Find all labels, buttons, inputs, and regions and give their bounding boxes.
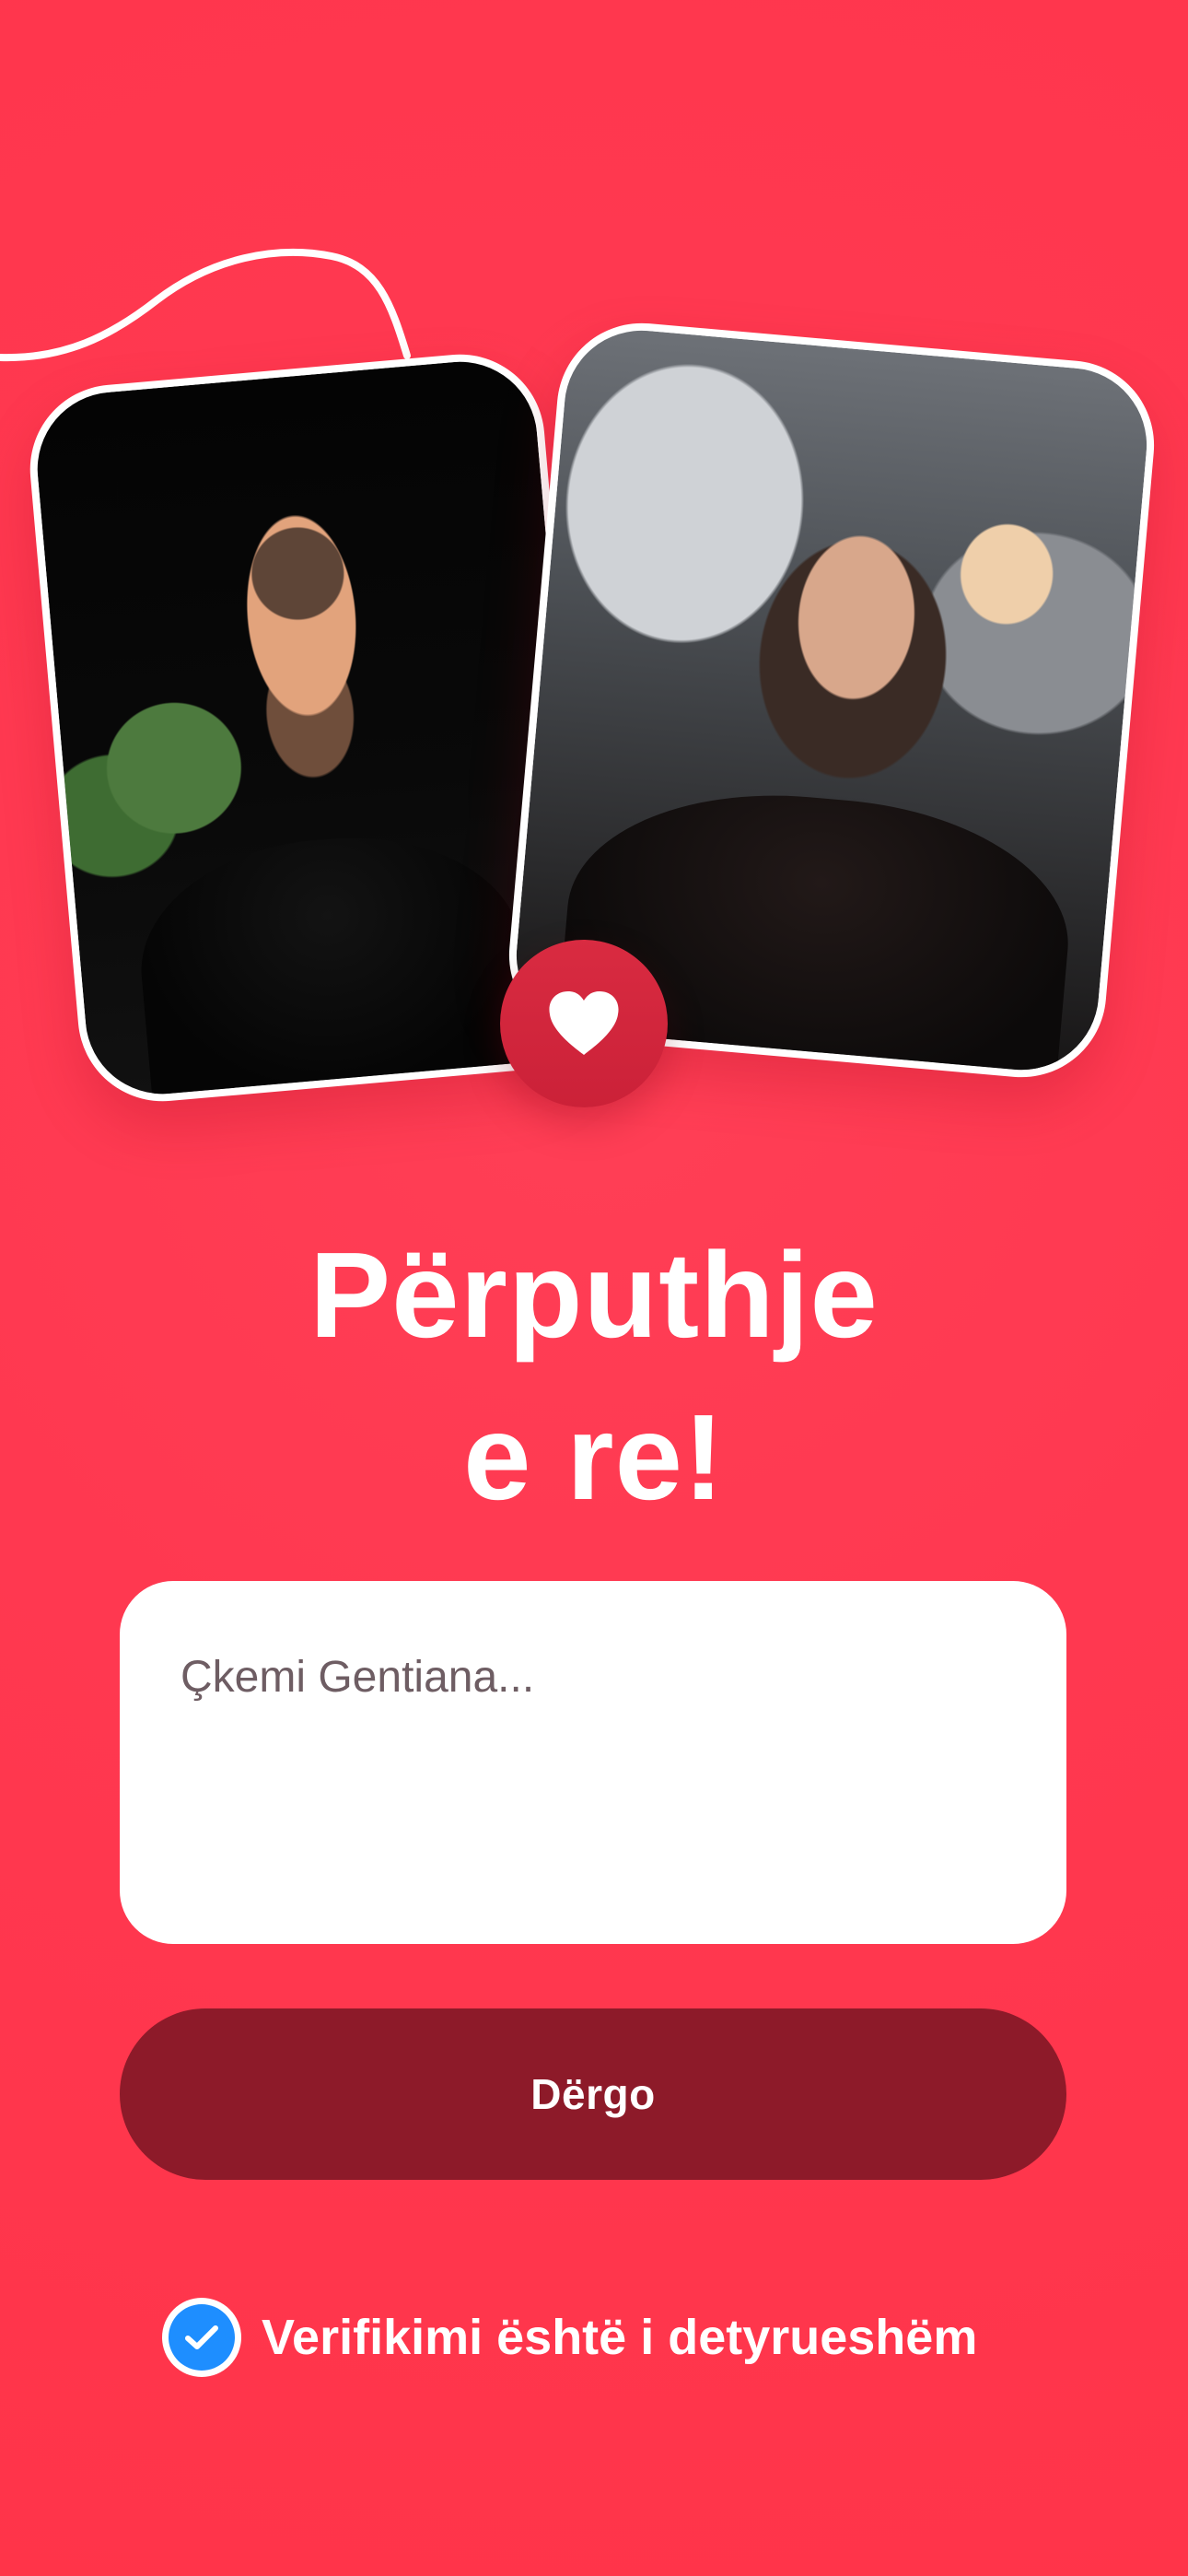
check-icon <box>185 2325 218 2349</box>
verification-text: Verifikimi është i detyrueshëm <box>262 2310 978 2365</box>
verified-check-icon <box>162 2298 241 2377</box>
verification-notice: Verifikimi është i detyrueshëm <box>162 2298 977 2377</box>
verified-check-icon-core <box>169 2304 235 2371</box>
send-button[interactable]: Dërgo <box>120 2008 1066 2180</box>
match-title-line-1: Përputhje <box>309 1227 879 1363</box>
match-title-line-2: e re! <box>463 1389 725 1525</box>
message-input[interactable] <box>181 1651 1006 1704</box>
heart-icon <box>549 991 619 1055</box>
match-heart-badge <box>500 940 668 1107</box>
message-box[interactable] <box>120 1581 1066 1944</box>
match-screen: Përputhje e re! Dërgo Verifikimi është i… <box>0 0 1188 2576</box>
match-title: Përputhje e re! <box>0 1214 1188 1539</box>
